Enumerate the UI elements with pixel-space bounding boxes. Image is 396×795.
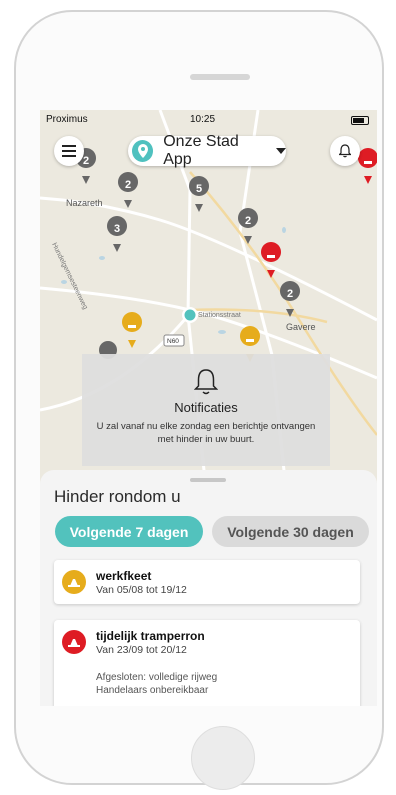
carrier-name: Proximus (46, 114, 88, 125)
tab-next-30-days[interactable]: Volgende 30 dagen (212, 516, 369, 547)
svg-text:2: 2 (287, 288, 293, 300)
hinder-list-item[interactable]: werkfkeet Van 05/08 tot 19/12 (54, 560, 360, 604)
bottom-sheet: Hinder rondom u Volgende 7 dagen Volgend… (40, 470, 377, 706)
app-screen: Proximus 10:25 Nazareth Gavere Stationss… (40, 110, 377, 706)
svg-text:2: 2 (245, 215, 251, 227)
battery-icon (351, 116, 369, 125)
tab-next-7-days[interactable]: Volgende 7 dagen (55, 516, 203, 547)
svg-text:2: 2 (83, 155, 89, 167)
map-label-street: Stationsstraat (198, 312, 241, 319)
chevron-down-icon (276, 148, 286, 154)
item-detail: Afgesloten: volledige rijweg (96, 672, 218, 683)
hinder-list-item[interactable]: tijdelijk tramperron Van 23/09 tot 20/12… (54, 620, 360, 706)
phone-speaker (190, 74, 250, 80)
roadwork-icon (62, 630, 86, 654)
sheet-title: Hinder rondom u (54, 487, 181, 506)
menu-button[interactable] (54, 136, 84, 166)
home-button[interactable] (191, 726, 255, 790)
map-label-nazareth: Nazareth (66, 198, 103, 208)
roadwork-icon (62, 570, 86, 594)
status-bar: Proximus 10:25 (40, 110, 377, 130)
current-location-marker (182, 307, 198, 323)
item-title: tijdelijk tramperron (96, 629, 205, 643)
bell-icon (194, 369, 218, 395)
location-pin-icon (132, 140, 154, 162)
app-name: Onze Stad App (163, 133, 239, 168)
svg-text:3: 3 (114, 223, 120, 235)
svg-text:2: 2 (125, 179, 131, 191)
app-selector-button[interactable]: Onze Stad App (128, 133, 286, 168)
sheet-drag-handle[interactable] (190, 478, 226, 482)
item-dates: Van 23/09 tot 20/12 (96, 644, 187, 656)
item-detail: Handelaars onbereikbaar (96, 685, 209, 696)
road-shield: N60 (163, 334, 185, 347)
status-time: 10:25 (190, 114, 216, 125)
map-label-gavere: Gavere (286, 322, 316, 332)
notifications-button[interactable] (330, 136, 360, 166)
road-shield-label: N60 (167, 338, 179, 345)
notification-title: Notificaties (174, 400, 238, 415)
hamburger-menu-icon (62, 145, 76, 157)
bell-icon (339, 144, 351, 158)
svg-text:5: 5 (196, 183, 202, 195)
item-dates: Van 05/08 tot 19/12 (96, 584, 187, 596)
item-title: werkfkeet (96, 569, 152, 583)
notification-popup: Notificaties U zal vanaf nu elke zondag … (82, 354, 330, 466)
notification-message: U zal vanaf nu elke zondag een berichtje… (96, 421, 316, 445)
